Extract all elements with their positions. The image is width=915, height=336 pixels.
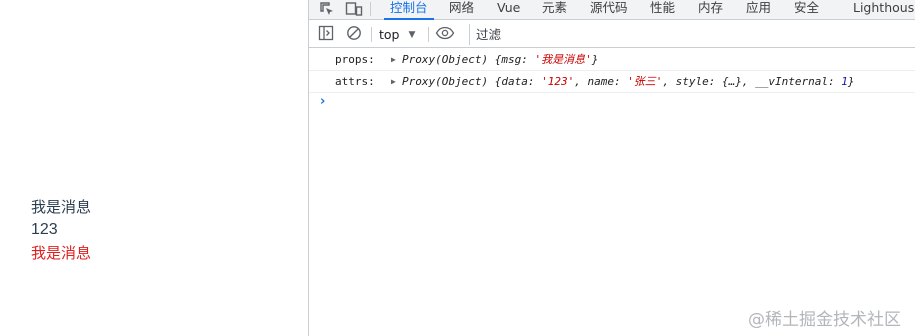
- log-label: props:: [335, 53, 375, 66]
- message-text: 我是消息: [31, 198, 92, 216]
- tab-sources[interactable]: 源代码: [590, 0, 628, 20]
- filter-field[interactable]: [469, 24, 915, 45]
- tab-lighthouse[interactable]: Lighthouse: [853, 0, 915, 20]
- object-prefix: Proxy(Object) {msg:: [402, 53, 535, 66]
- tab-elements[interactable]: 元素: [542, 0, 567, 20]
- console-log-row: props: ▶ Proxy(Object) {msg: '我是消息'}: [309, 49, 915, 71]
- prompt-chevron-icon: ›: [320, 94, 326, 109]
- console-prompt[interactable]: ›: [309, 93, 915, 111]
- tab-security[interactable]: 安全: [794, 0, 819, 20]
- object-suffix: }: [847, 75, 855, 88]
- device-toggle-icon[interactable]: [344, 0, 364, 19]
- clear-console-icon[interactable]: [344, 25, 364, 43]
- object-prefix: Proxy(Object) {data:: [402, 75, 542, 88]
- watermark: @稀土掘金技术社区: [748, 310, 901, 330]
- object-preview[interactable]: Proxy(Object) {data: '123', name: '张三', …: [402, 71, 855, 92]
- toolbar-divider: [428, 27, 429, 42]
- string-value: '123': [541, 75, 575, 88]
- context-selector[interactable]: top ▼: [379, 26, 415, 43]
- console-toolbar: top ▼: [309, 21, 915, 48]
- styled-message-text: 我是消息: [31, 244, 92, 262]
- tab-console[interactable]: 控制台: [384, 0, 433, 20]
- expand-triangle-icon[interactable]: ▶: [391, 49, 396, 70]
- devtools-panel: 控制台 网络 Vue 元素 源代码 性能 内存 应用 安全 Lighthouse…: [308, 0, 915, 336]
- tab-network[interactable]: 网络: [449, 0, 474, 20]
- live-expression-eye-icon[interactable]: [435, 25, 455, 43]
- devtools-tabbar: 控制台 网络 Vue 元素 源代码 性能 内存 应用 安全 Lighthouse: [309, 0, 915, 20]
- string-value: '我是消息': [534, 53, 592, 66]
- filter-input[interactable]: [470, 24, 915, 45]
- context-value: top: [379, 27, 400, 42]
- string-value: '张三': [627, 75, 663, 88]
- expand-triangle-icon[interactable]: ▶: [391, 71, 396, 92]
- object-text: , style: {…}, __vInternal:: [662, 75, 842, 88]
- tab-memory[interactable]: 内存: [698, 0, 723, 20]
- tabbar-divider: [370, 2, 371, 16]
- object-suffix: }: [591, 53, 599, 66]
- data-attr-text: 123: [31, 221, 58, 238]
- number-value: 1: [841, 75, 848, 88]
- tab-vue[interactable]: Vue: [497, 0, 520, 20]
- console-log-row: attrs: ▶ Proxy(Object) {data: '123', nam…: [309, 71, 915, 93]
- tab-application[interactable]: 应用: [746, 0, 771, 20]
- log-label: attrs:: [335, 75, 375, 88]
- object-preview[interactable]: Proxy(Object) {msg: '我是消息'}: [402, 49, 598, 70]
- object-text: , name:: [574, 75, 628, 88]
- dropdown-triangle-icon: ▼: [408, 30, 416, 40]
- toolbar-divider: [371, 27, 372, 42]
- tab-performance[interactable]: 性能: [650, 0, 675, 20]
- console-output: props: ▶ Proxy(Object) {msg: '我是消息'} att…: [309, 49, 915, 111]
- inspect-element-icon[interactable]: [317, 0, 337, 19]
- sidebar-toggle-icon[interactable]: [316, 25, 336, 43]
- app-preview: 我是消息 123 我是消息: [0, 0, 308, 336]
